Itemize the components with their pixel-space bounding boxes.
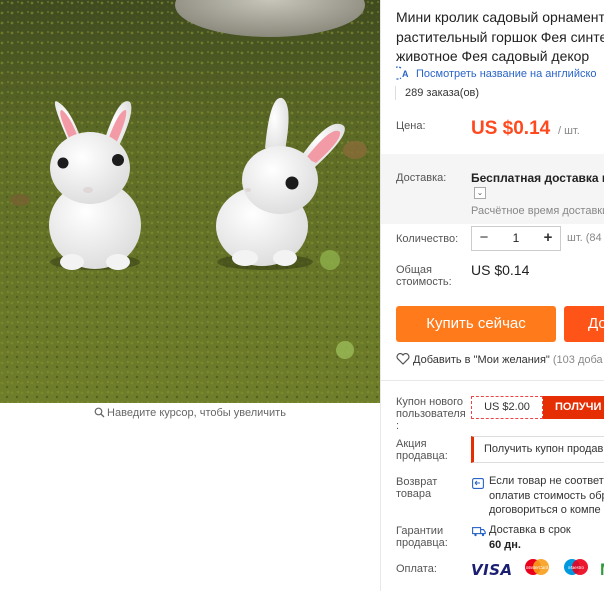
total-label-line: Общая [396, 264, 432, 276]
product-image[interactable] [0, 0, 380, 403]
payment-methods: VISA MasterCard Maestro M [471, 558, 604, 580]
total-label: Общая стоимость: [396, 264, 452, 288]
quantity-input[interactable]: 1 [496, 227, 536, 250]
title-line: животное Фея садовый декор [396, 48, 590, 64]
heart-icon [396, 352, 410, 368]
total-label-line: стоимость: [396, 276, 452, 288]
shipping-estimate[interactable]: Расчётное время доставки [471, 205, 604, 217]
search-icon [94, 407, 105, 421]
column-divider [380, 0, 381, 591]
visa-logo: VISA [471, 560, 513, 579]
product-page: Наведите курсор, чтобы увеличить Мини кр… [0, 0, 604, 591]
quantity-available: шт. (84 [567, 232, 602, 244]
wishlist-label[interactable]: Добавить в "Мои желания" [413, 354, 550, 366]
returns-label-line: Возврат [396, 476, 438, 488]
guarantee-label-line: Гарантии [396, 525, 444, 537]
quantity-label: Количество: [396, 233, 459, 245]
price-unit: / шт. [558, 125, 580, 137]
returns-text-line: оплатив стоимость обр [489, 489, 604, 502]
seller-coupon-button[interactable]: Получить купон продав [471, 436, 604, 463]
chevron-down-icon[interactable]: ⌄ [474, 187, 486, 199]
coupon-label-line: : [396, 420, 400, 432]
title-line: растительный горшок Фея синте [396, 28, 604, 45]
delivery-guarantee-line: Доставка в срок [489, 524, 571, 536]
returns-text: Если товар не соответс оплатив стоимость… [489, 474, 604, 518]
add-to-wishlist-link[interactable]: Добавить в "Мои желания" (103 доба [396, 352, 603, 368]
delivery-days: 60 дн. [489, 539, 521, 551]
promo-label-line: Акция [396, 438, 427, 450]
add-to-cart-button[interactable]: До [564, 306, 604, 342]
buy-now-button[interactable]: Купить сейчас [396, 306, 556, 342]
shipping-value: Бесплатная доставка в R [471, 171, 604, 185]
returns-text-line: Если товар не соответс [489, 475, 604, 487]
orders-count: 289 заказа(ов) [394, 86, 480, 100]
delivery-guarantee-text: Доставка в срок 60 дн. [489, 523, 571, 553]
payment-label: Оплата: [396, 563, 437, 575]
wishlist-count: (103 доба [552, 354, 603, 366]
return-icon [472, 476, 484, 494]
new-user-coupon-label: Купон нового пользователя : [396, 396, 470, 432]
translate-icon: A [391, 66, 416, 83]
shipping-label: Доставка: [396, 172, 447, 184]
quantity-stepper: − 1 + [471, 226, 561, 251]
section-divider [381, 380, 604, 381]
returns-label: Возврат товара [396, 476, 470, 500]
quantity-increase-button[interactable]: + [536, 227, 560, 250]
maestro-logo: Maestro [562, 558, 590, 581]
price-value: US $0.14 [471, 118, 551, 139]
quantity-decrease-button[interactable]: − [472, 227, 496, 250]
title-line: Мини кролик садовый орнамент [396, 9, 604, 25]
coupon-amount: US $2.00 [471, 396, 543, 419]
zoom-hint-text: Наведите курсор, чтобы увеличить [107, 407, 286, 419]
delivery-icon [472, 524, 486, 542]
product-title: Мини кролик садовый орнамент растительны… [396, 8, 604, 67]
svg-text:MasterCard: MasterCard [526, 565, 549, 570]
svg-text:A: A [402, 69, 409, 79]
payment-method-logo: M [600, 560, 604, 580]
seller-guarantees-label: Гарантии продавца: [396, 525, 470, 549]
guarantee-label-line: продавца: [396, 537, 448, 549]
translate-link[interactable]: A Посмотреть название на английско [391, 66, 597, 83]
total-value: US $0.14 [471, 262, 530, 278]
zoom-hint: Наведите курсор, чтобы увеличить [0, 407, 380, 421]
coupon-label-line: Купон нового [396, 396, 464, 408]
returns-text-line: договориться о компе [489, 504, 601, 516]
translate-link-text[interactable]: Посмотреть название на английско [416, 68, 597, 80]
coupon-label-line: пользователя [396, 408, 466, 420]
svg-text:Maestro: Maestro [568, 565, 584, 570]
seller-promo-label: Акция продавца: [396, 438, 470, 462]
returns-label-line: товара [396, 488, 432, 500]
get-coupon-button[interactable]: ПОЛУЧИ [543, 396, 604, 419]
price-label: Цена: [396, 120, 426, 132]
mastercard-logo: MasterCard [523, 558, 551, 581]
bunny-photo [0, 0, 380, 403]
promo-label-line: продавца: [396, 450, 448, 462]
